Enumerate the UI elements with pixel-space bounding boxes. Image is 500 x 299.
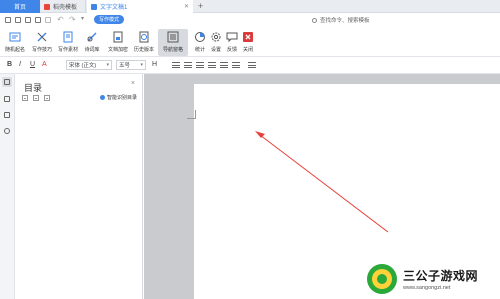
print-preview-icon[interactable] bbox=[35, 17, 41, 23]
poem-library-button[interactable]: 诗词库 bbox=[80, 31, 104, 56]
random-name-label: 随机起名 bbox=[4, 47, 25, 53]
collapse-all-icon[interactable] bbox=[22, 95, 28, 101]
writing-material-label: 写作素材 bbox=[57, 47, 78, 53]
menu-icon[interactable] bbox=[5, 17, 11, 23]
find-pane-toggle[interactable] bbox=[2, 126, 12, 136]
command-search[interactable]: 查找命令、搜索模板 bbox=[312, 15, 370, 25]
align-left-icon[interactable] bbox=[172, 62, 180, 68]
doc-encrypt-label: 文档加密 bbox=[107, 47, 128, 53]
watermark-logo-icon bbox=[367, 263, 397, 294]
smart-toc-button[interactable]: 智能识别目录 bbox=[99, 94, 137, 101]
close-icon bbox=[243, 32, 253, 42]
lock-doc-icon bbox=[113, 31, 123, 43]
toc-level-icon[interactable] bbox=[44, 95, 50, 101]
writing-tips-button[interactable]: 写作技巧 bbox=[30, 31, 54, 56]
font-size-value: 五号 bbox=[119, 63, 131, 69]
chapter-icon bbox=[4, 96, 10, 102]
tab-home-label: 首页 bbox=[13, 5, 26, 11]
stats-icon bbox=[195, 32, 205, 42]
close-label: 关闭 bbox=[242, 47, 253, 53]
settings-label: 设置 bbox=[210, 47, 221, 53]
nav-pane-button[interactable]: 导航窗格 bbox=[158, 29, 188, 56]
tab-bar: 首页 稻壳模板 文字文稿1 ✕ + bbox=[0, 0, 500, 13]
bookmark-icon bbox=[4, 112, 10, 118]
smart-toc-label: 智能识别目录 bbox=[106, 95, 137, 101]
chapter-pane-toggle[interactable] bbox=[2, 94, 12, 104]
bold-button[interactable]: B bbox=[7, 61, 12, 68]
watermark-name: 三公子游戏网 bbox=[403, 268, 479, 283]
line-spacing-icon[interactable] bbox=[220, 62, 228, 68]
tab-document-label: 文字文稿1 bbox=[100, 5, 128, 11]
search-icon bbox=[312, 17, 317, 23]
quick-access-bar: ↶ ↷ ▾ 写作模式 查找命令、搜索模板 bbox=[0, 13, 500, 27]
tab-close-icon[interactable]: ✕ bbox=[184, 3, 189, 10]
writing-material-button[interactable]: 写作素材 bbox=[56, 31, 80, 56]
left-rail bbox=[0, 74, 15, 299]
tab-docer-templates[interactable]: 稻壳模板 bbox=[40, 0, 86, 13]
random-name-button[interactable]: 随机起名 bbox=[3, 31, 27, 56]
site-watermark: 三公子游戏网 www.sangongzi.net bbox=[365, 258, 500, 299]
toc-panel: 目录 × 智能识别目录 bbox=[15, 74, 143, 299]
chevron-down-icon: ▾ bbox=[140, 62, 143, 68]
underline-button[interactable]: U bbox=[30, 61, 35, 68]
writer-doc-icon bbox=[91, 3, 97, 10]
watermark-url: www.sangongzi.net bbox=[403, 284, 451, 291]
justify-icon[interactable] bbox=[208, 62, 216, 68]
history-version-button[interactable]: 历史版本 bbox=[132, 31, 156, 56]
tab-document[interactable]: 文字文稿1 ✕ bbox=[87, 0, 193, 13]
docer-logo-icon bbox=[44, 3, 50, 10]
redo-icon[interactable]: ↷ bbox=[69, 15, 76, 24]
material-icon bbox=[63, 31, 73, 43]
writing-mode-tab[interactable]: 写作模式 bbox=[94, 15, 125, 24]
history-icon bbox=[139, 31, 149, 43]
toc-close-icon[interactable]: × bbox=[131, 80, 135, 87]
heading-button[interactable]: H bbox=[152, 61, 157, 68]
save-icon[interactable] bbox=[15, 17, 21, 23]
numbered-list-icon[interactable] bbox=[248, 62, 256, 68]
align-right-icon[interactable] bbox=[196, 62, 204, 68]
toc-pane-toggle[interactable] bbox=[2, 77, 12, 87]
poem-library-label: 诗词库 bbox=[84, 47, 100, 53]
name-icon bbox=[9, 32, 21, 42]
pen-icon bbox=[37, 32, 47, 42]
stats-label: 统计 bbox=[194, 47, 205, 53]
expand-all-icon[interactable] bbox=[33, 95, 39, 101]
font-size-select[interactable]: 五号 ▾ bbox=[116, 60, 146, 70]
align-center-icon[interactable] bbox=[184, 62, 192, 68]
gear-icon bbox=[211, 32, 221, 42]
export-pdf-icon[interactable] bbox=[45, 17, 51, 23]
history-version-label: 历史版本 bbox=[133, 47, 154, 53]
font-color-button[interactable]: A bbox=[42, 61, 47, 68]
nav-pane-icon bbox=[167, 31, 179, 43]
close-button[interactable]: 关闭 bbox=[238, 31, 258, 56]
poem-icon bbox=[87, 32, 97, 42]
italic-button[interactable]: I bbox=[19, 61, 21, 68]
font-family-value: 宋体 (正文) bbox=[69, 63, 97, 69]
more-icon[interactable]: ▾ bbox=[81, 15, 84, 22]
font-family-select[interactable]: 宋体 (正文) ▾ bbox=[66, 60, 112, 70]
writing-ribbon: 随机起名 写作技巧 写作素材 诗词库 文档加密 历史版本 导航窗格 统计 设置 … bbox=[0, 27, 500, 57]
new-tab-icon[interactable]: + bbox=[198, 1, 203, 11]
search-placeholder: 查找命令、搜索模板 bbox=[320, 18, 370, 24]
feedback-label: 反馈 bbox=[226, 47, 237, 53]
smart-icon bbox=[99, 95, 105, 100]
bookmark-pane-toggle[interactable] bbox=[2, 110, 12, 120]
toc-list-icon bbox=[4, 79, 10, 85]
undo-icon[interactable]: ↶ bbox=[57, 15, 64, 24]
writing-tips-label: 写作技巧 bbox=[31, 47, 52, 53]
tab-home[interactable]: 首页 bbox=[0, 0, 40, 13]
feedback-icon bbox=[226, 32, 238, 43]
nav-pane-label: 导航窗格 bbox=[162, 47, 183, 53]
tab-docer-label: 稻壳模板 bbox=[53, 5, 78, 11]
format-toolbar: B I U A 宋体 (正文) ▾ 五号 ▾ H bbox=[0, 57, 500, 74]
chevron-down-icon: ▾ bbox=[106, 62, 109, 68]
toc-title: 目录 bbox=[24, 83, 43, 93]
search-icon bbox=[4, 128, 10, 134]
print-icon[interactable] bbox=[25, 17, 31, 23]
bullet-list-icon[interactable] bbox=[232, 62, 240, 68]
doc-encrypt-button[interactable]: 文档加密 bbox=[106, 31, 130, 56]
